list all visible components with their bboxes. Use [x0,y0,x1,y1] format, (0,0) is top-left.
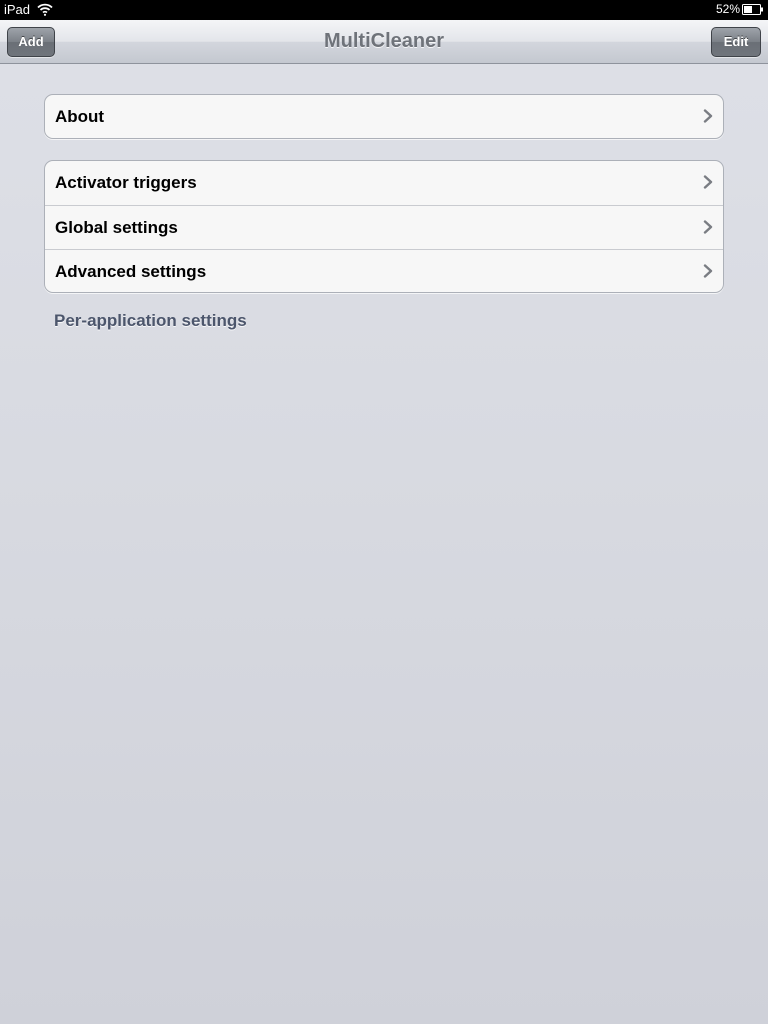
advanced-settings-cell[interactable]: Advanced settings [45,249,723,292]
per-application-settings-header: Per-application settings [54,311,247,330]
page-title: MultiCleaner [323,30,445,52]
chevron-right-icon [703,175,713,189]
chevron-right-icon [703,264,713,278]
chevron-right-icon [703,109,713,123]
wifi-icon [37,3,53,16]
edit-button[interactable]: Edit [711,27,761,57]
carrier-label: iPad [4,2,31,17]
status-bar: iPad 52% [0,0,768,20]
chevron-right-icon [703,220,713,234]
about-cell[interactable]: About [45,95,723,138]
settings-group: Activator triggers Global settings Advan… [44,160,724,293]
battery-percentage: 52% [715,2,740,16]
battery-icon [742,4,763,15]
navigation-bar: Add MultiCleaner Edit [0,20,768,64]
activator-triggers-label: Activator triggers [55,173,197,192]
activator-triggers-cell[interactable]: Activator triggers [45,161,723,205]
about-label: About [55,107,105,126]
about-group: About [44,94,724,139]
advanced-settings-label: Advanced settings [55,262,207,281]
global-settings-label: Global settings [55,218,178,237]
global-settings-cell[interactable]: Global settings [45,205,723,249]
